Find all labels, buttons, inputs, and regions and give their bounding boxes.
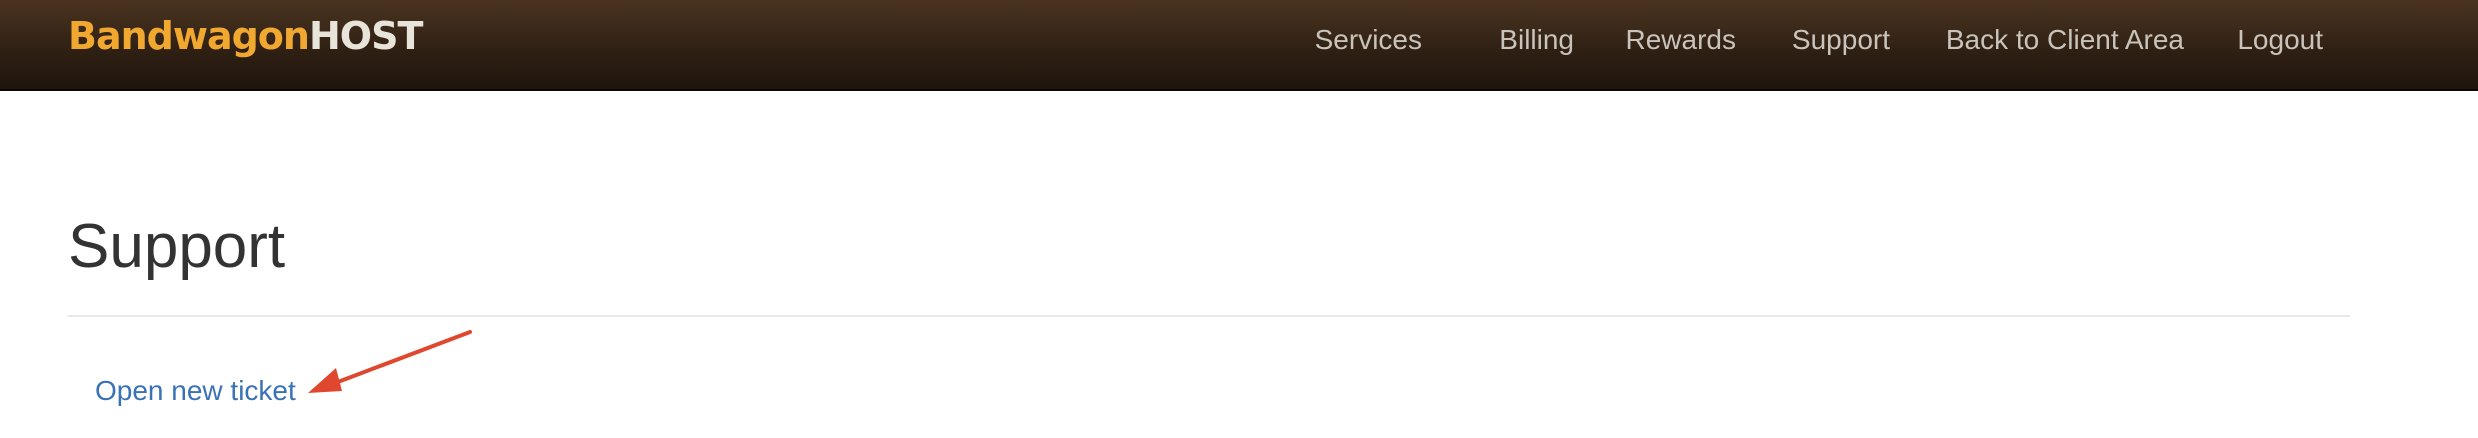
nav-services[interactable]: Services bbox=[1315, 24, 1422, 56]
logo-text-bandwagon: Bandwagon bbox=[68, 14, 310, 58]
title-divider bbox=[68, 315, 2350, 317]
top-navbar: BandwagonHOST Services Billing Rewards S… bbox=[0, 0, 2478, 91]
nav-support[interactable]: Support bbox=[1792, 24, 1890, 56]
nav-logout[interactable]: Logout bbox=[2237, 24, 2323, 56]
page-title: Support bbox=[68, 212, 286, 281]
logo-text-host: HOST bbox=[308, 14, 423, 58]
nav-rewards[interactable]: Rewards bbox=[1626, 24, 1736, 56]
bandwagonhost-logo[interactable]: BandwagonHOST bbox=[68, 14, 423, 58]
nav-back-to-client-area[interactable]: Back to Client Area bbox=[1946, 24, 2184, 56]
nav-billing[interactable]: Billing bbox=[1499, 24, 1574, 56]
arrow-pointer-icon bbox=[308, 330, 472, 393]
open-new-ticket-link[interactable]: Open new ticket bbox=[95, 374, 296, 408]
